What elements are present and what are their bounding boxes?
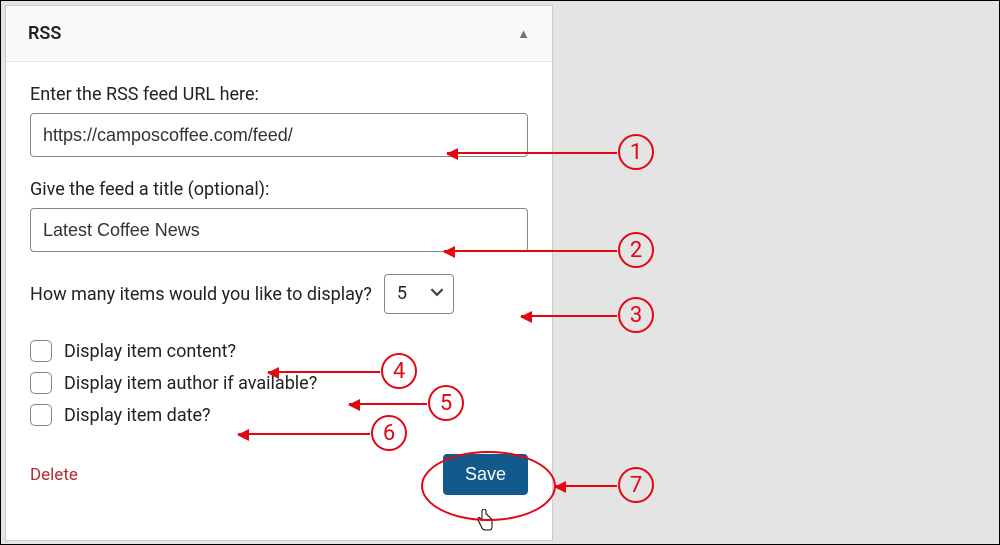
display-content-label: Display item content? xyxy=(64,341,236,362)
display-date-label: Display item date? xyxy=(64,405,211,426)
display-content-checkbox[interactable] xyxy=(30,340,52,362)
item-count-label: How many items would you like to display… xyxy=(30,284,372,305)
annotation-2: 2 xyxy=(618,232,654,268)
item-count-select[interactable]: 5 xyxy=(384,274,454,314)
feed-title-label: Give the feed a title (optional): xyxy=(30,179,528,200)
rss-url-label: Enter the RSS feed URL here: xyxy=(30,84,528,105)
annotation-arrow-6 xyxy=(238,433,370,435)
collapse-icon: ▲ xyxy=(517,26,530,42)
annotation-arrow-7 xyxy=(555,485,617,487)
annotation-arrow-1 xyxy=(447,152,617,154)
annotation-7: 7 xyxy=(618,467,654,503)
display-author-checkbox[interactable] xyxy=(30,372,52,394)
annotation-ellipse-save xyxy=(421,451,556,521)
annotation-arrow-3 xyxy=(521,315,617,317)
display-date-checkbox[interactable] xyxy=(30,404,52,426)
annotation-1: 1 xyxy=(618,134,654,170)
display-author-label: Display item author if available? xyxy=(64,373,317,394)
panel-title: RSS xyxy=(28,23,61,44)
annotation-arrow-4 xyxy=(268,371,380,373)
panel-body: Enter the RSS feed URL here: Give the fe… xyxy=(6,62,552,511)
annotation-arrow-2 xyxy=(444,250,617,252)
panel-header[interactable]: RSS ▲ xyxy=(6,6,552,62)
annotation-arrow-5 xyxy=(349,403,427,405)
annotation-3: 3 xyxy=(618,297,654,333)
delete-link[interactable]: Delete xyxy=(30,465,78,485)
item-count-value: 5 xyxy=(384,274,454,314)
